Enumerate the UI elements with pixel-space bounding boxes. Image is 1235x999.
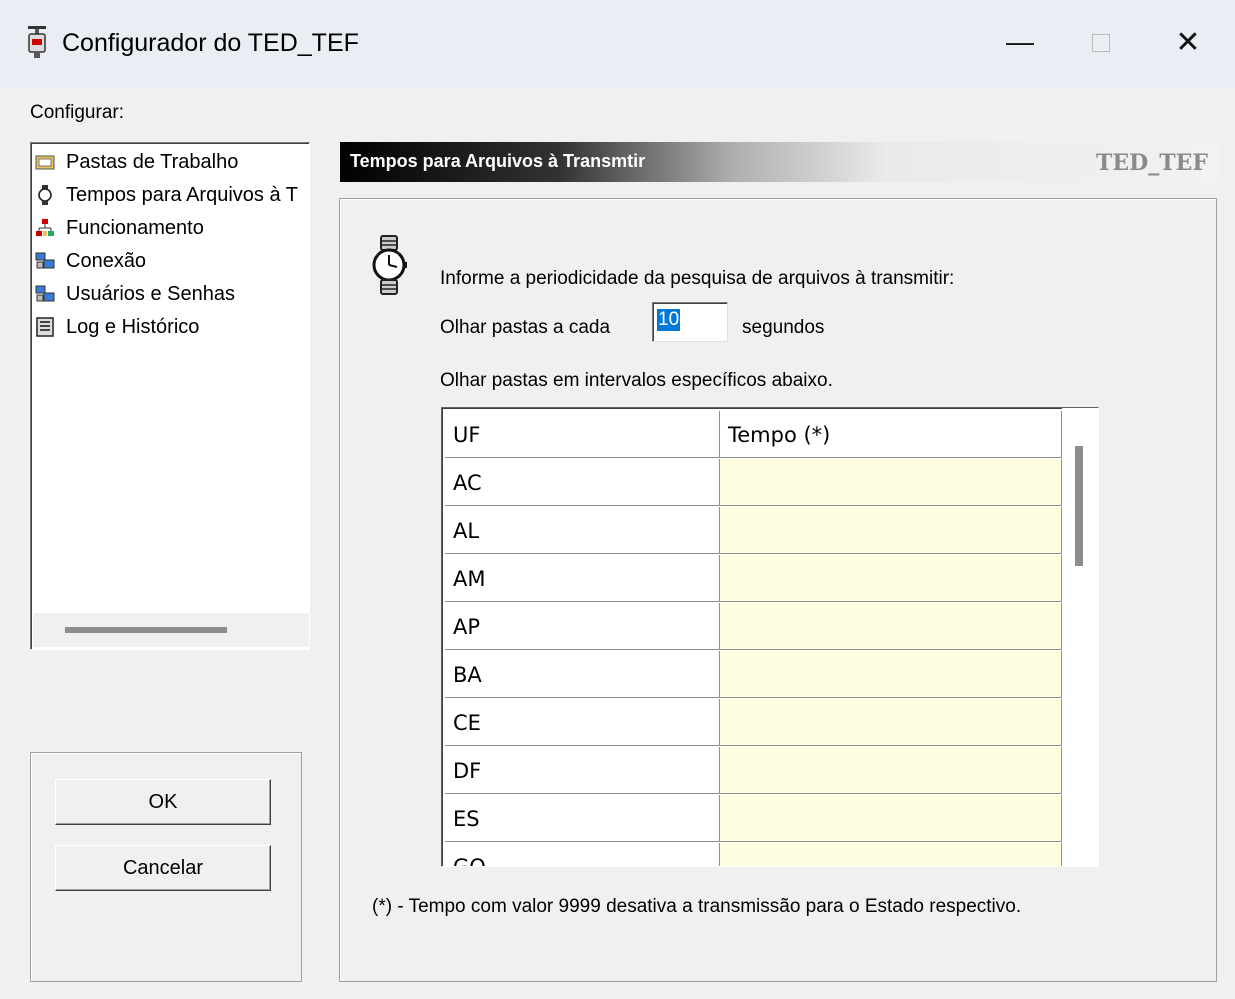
footnote-text: (*) - Tempo com valor 9999 desativa a tr… [372,896,1022,917]
uf-cell: AL [445,507,720,554]
tempo-cell[interactable] [720,699,1062,746]
tree-item-label: Pastas de Trabalho [66,151,239,173]
tree-item-tempos[interactable]: Tempos para Arquivos à T [35,180,309,210]
interval-value: 10 [657,309,681,331]
cancel-button[interactable]: Cancelar [55,845,271,891]
watch-icon [372,235,407,295]
tempo-cell[interactable] [720,747,1062,794]
uf-cell: AP [445,603,720,650]
close-button[interactable]: ✕ [1168,24,1208,64]
minimize-button[interactable]: — [1000,26,1040,62]
uf-cell: GO [445,843,720,866]
maximize-icon [1092,34,1110,52]
tree-item-label: Conexão [66,250,147,272]
column-header-uf[interactable]: UF [445,411,720,458]
tree-item-label: Funcionamento [66,217,204,239]
instruction-text: Informe a periodicidade da pesquisa de a… [440,268,955,289]
tempo-cell[interactable] [720,795,1062,842]
tree-item-conexao[interactable]: Conexão [35,246,309,276]
uf-cell: BA [445,651,720,698]
table-row: AL [445,507,1062,555]
uf-cell: ES [445,795,720,842]
tempo-cell[interactable] [720,651,1062,698]
button-group: OK Cancelar [30,752,302,982]
tree-item-usuarios[interactable]: Usuários e Senhas [35,279,309,309]
window-title: Configurador do TED_TEF [62,29,359,57]
uf-tempo-grid[interactable]: UF Tempo (*) AC AL AM AP BA CE DF ES GO [441,407,1099,867]
column-header-tempo[interactable]: Tempo (*) [720,411,1062,458]
table-row: ES [445,795,1062,843]
computers-icon [35,285,55,302]
uf-cell: DF [445,747,720,794]
scrollbar-thumb[interactable] [1075,446,1083,566]
section-header: Tempos para Arquivos à Transmtir TED_TEF [340,142,1220,182]
configure-label: Configurar: [30,102,124,123]
table-row: AP [445,603,1062,651]
table-row: DF [445,747,1062,795]
log-icon [36,317,54,337]
interval-seconds-input[interactable]: 10 [652,302,728,342]
tempo-cell[interactable] [720,459,1062,506]
table-row: CE [445,699,1062,747]
app-icon [28,26,46,58]
table-row: GO [445,843,1062,866]
tree-item-log[interactable]: Log e Histórico [35,312,309,342]
tree-item-label: Usuários e Senhas [66,283,235,305]
network-icon [36,219,54,236]
grid-vertical-scrollbar[interactable] [1062,408,1098,866]
tree-item-label: Log e Histórico [66,316,200,338]
scrollbar-thumb[interactable] [65,627,227,633]
watch-icon [38,185,52,205]
tempo-cell[interactable] [720,555,1062,602]
uf-cell: AM [445,555,720,602]
section-title: Tempos para Arquivos à Transmtir [350,151,646,171]
uf-cell: AC [445,459,720,506]
table-row: AM [445,555,1062,603]
config-tree[interactable]: Pastas de Trabalho Tempos para Arquivos … [30,142,310,650]
title-bar: Configurador do TED_TEF — ✕ [0,0,1235,88]
specific-intervals-label: Olhar pastas em intervalos específicos a… [440,370,833,391]
computers-icon [35,252,55,269]
tree-item-label: Tempos para Arquivos à T [66,184,298,206]
table-row: AC [445,459,1062,507]
interval-suffix-label: segundos [742,317,825,338]
app-name-label: TED_TEF [1096,150,1208,176]
tempo-cell[interactable] [720,507,1062,554]
tree-item-pastas[interactable]: Pastas de Trabalho [35,147,309,177]
ok-button[interactable]: OK [55,779,271,825]
grid-header-row: UF Tempo (*) [445,411,1062,459]
interval-prefix-label: Olhar pastas a cada [440,317,611,338]
tree-item-funcionamento[interactable]: Funcionamento [35,213,309,243]
maximize-button[interactable] [1082,26,1122,62]
tempo-cell[interactable] [720,603,1062,650]
tree-horizontal-scrollbar[interactable] [33,613,309,647]
folder-icon [35,155,55,170]
uf-cell: CE [445,699,720,746]
tempo-cell[interactable] [720,843,1062,866]
table-row: BA [445,651,1062,699]
